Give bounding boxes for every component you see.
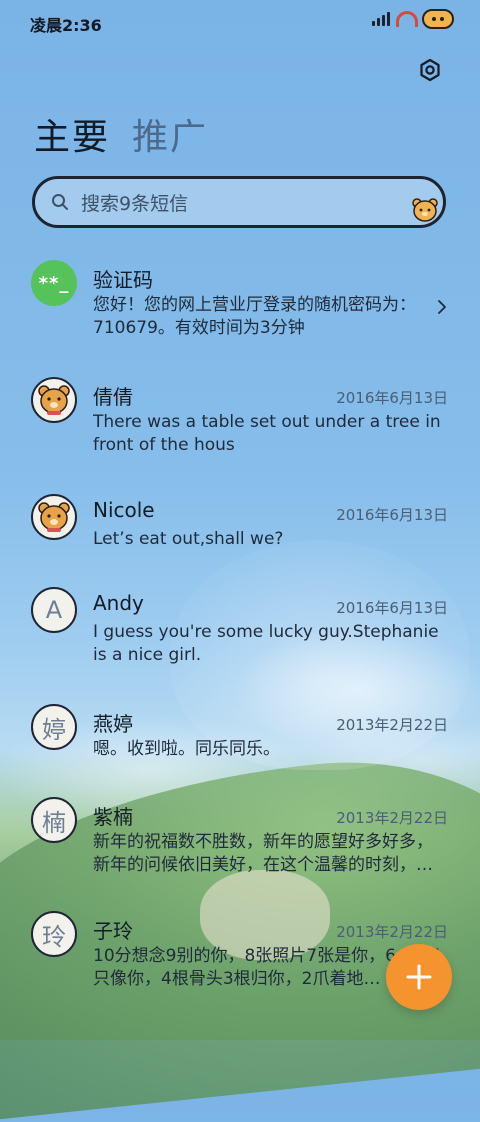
tab-promotions[interactable]: 推广 [132,108,208,160]
search-bar[interactable] [32,176,446,228]
avatar: **_ [31,260,77,306]
chevron-right-icon[interactable] [436,300,448,314]
list-item[interactable]: 楠 紫楠 2013年2月22日 新年的祝福数不胜数，新年的愿望好多好多，新年的问… [0,785,480,895]
search-icon [52,194,68,210]
message-date: 2016年6月13日 [336,389,448,407]
battery-bear-icon [422,9,454,29]
message-date: 2013年2月22日 [336,716,448,734]
list-item[interactable]: A Andy 2016年6月13日 I guess you're some lu… [0,575,480,685]
message-preview: I guess you're some lucky guy.Stephanie … [93,622,439,665]
search-input[interactable] [79,189,403,219]
message-date: 2016年6月13日 [336,506,448,524]
contact-name: 验证码 [93,268,153,292]
message-preview: 新年的祝福数不胜数，新年的愿望好多好多，新年的问候依旧美好，在这个温馨的时刻，… [93,832,433,875]
avatar-letter: 楠 [42,808,66,837]
message-preview: Let’s eat out,shall we? [93,529,284,549]
new-message-button[interactable] [386,944,452,1010]
status-bar: 凌晨2:36 [0,0,480,44]
avatar: 婷 [31,704,77,750]
tab-primary[interactable]: 主要 [34,108,110,160]
message-date: 2013年2月22日 [336,923,448,941]
avatar-letter: 玲 [42,922,66,951]
contact-name: 子玲 [93,919,133,943]
bear-decoration-icon [412,198,438,222]
contact-name: 燕婷 [93,712,133,736]
signal-icon [372,12,392,26]
bear-avatar-icon [38,502,70,532]
contact-name: Andy [93,591,144,615]
settings-icon [420,58,440,82]
settings-button[interactable] [414,54,446,86]
message-date: 2013年2月22日 [336,809,448,827]
contact-name: 紫楠 [93,805,133,829]
status-time: 凌晨2:36 [30,16,102,35]
message-preview: 您好！您的网上营业厅登录的随机密码为：710679。有效时间为3分钟 [93,295,416,338]
avatar [31,494,77,540]
avatar: A [31,587,77,633]
wifi-icon [396,11,418,27]
status-icons [372,9,454,29]
list-item[interactable]: 倩倩 2016年6月13日 There was a table set out … [0,365,480,475]
avatar-letter: A [45,596,63,624]
avatar [31,377,77,423]
avatar-letter: 婷 [42,715,66,744]
plus-icon [406,964,432,990]
avatar: 玲 [31,911,77,957]
message-preview: There was a table set out under a tree i… [93,412,441,455]
list-item[interactable]: **_ 验证码 您好！您的网上营业厅登录的随机密码为：710679。有效时间为3… [0,248,480,358]
avatar: 楠 [31,797,77,843]
contact-name: 倩倩 [93,385,133,409]
contact-name: Nicole [93,498,155,522]
message-preview: 嗯。收到啦。同乐同乐。 [93,739,280,759]
message-date: 2016年6月13日 [336,599,448,617]
bear-avatar-icon [38,385,70,415]
tab-bar: 主要 推广 [34,108,208,160]
